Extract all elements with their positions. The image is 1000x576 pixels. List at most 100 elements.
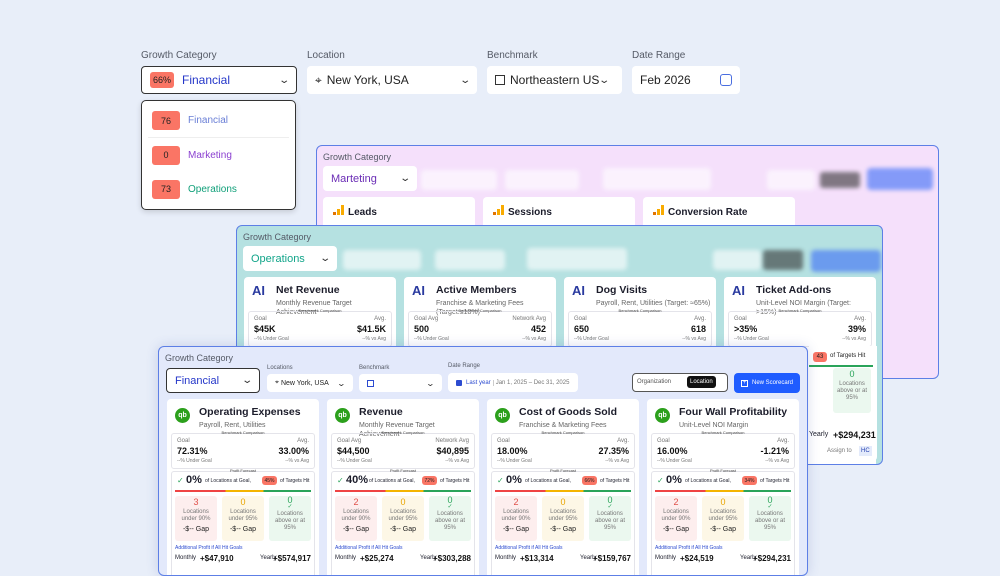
assignee-avatar[interactable]: HC [859, 446, 872, 456]
targets-hit-text: of Targets Hit [440, 478, 470, 484]
locations-at-goal-pct: 0% [666, 474, 682, 486]
date-range-picker[interactable]: Last year Jan 1, 2025 – Dec 31, 2025 [448, 373, 578, 392]
growth-category-label: Growth Category [243, 232, 312, 242]
locations-select[interactable]: ⌖ New York, USA ⌄ [267, 374, 353, 392]
location-select[interactable]: ⌖ New York, USA ⌄ [307, 66, 477, 94]
dropdown-item-financial[interactable]: 76 Financial [148, 104, 289, 138]
benchmark-select[interactable]: ⌄ [359, 374, 442, 392]
avg-note: --% vs Avg [445, 458, 469, 464]
yellow-gap: -$-- Gap [709, 526, 737, 533]
additional-profit-link[interactable]: Additional Profit if All Hit Goals [495, 545, 563, 551]
new-scorecard-button[interactable]: + New Scorecard [734, 373, 800, 393]
date-range-picker[interactable]: Feb 2026 [632, 66, 740, 94]
locations-at-goal-text: of Locations at Goal, [205, 478, 251, 484]
card-peek: 43 of Targets Hit 0 Locations above or a… [809, 346, 877, 461]
chevron-down-icon: ⌄ [425, 378, 436, 388]
red-tile-text: Locations under 90% [341, 509, 371, 522]
benchmark-comparison: Benchmark Comparison Goal 18.00% --% Und… [491, 430, 635, 469]
growth-category-select[interactable]: 66% Financial ⌄ [141, 66, 297, 94]
card-title: Sessions [508, 207, 552, 218]
benchmark-label: Benchmark [359, 365, 390, 371]
yellow-gap: -$-- Gap [389, 526, 417, 533]
card-title: Conversion Rate [668, 207, 748, 218]
card-title: Active Members [436, 284, 517, 296]
avg-note: --% vs Avg [285, 458, 309, 464]
plus-icon: + [740, 379, 748, 387]
yellow-gap: -$-- Gap [549, 526, 577, 533]
check-circle-icon: ✓ [607, 504, 613, 510]
category-score-badge: 76 [152, 111, 180, 130]
ai-logo-icon: AI [412, 283, 425, 298]
green-count: 0 [447, 495, 453, 505]
goal-label: Goal [497, 438, 510, 444]
benchmark-label: Benchmark Comparison [618, 308, 662, 313]
targets-hit-text: of Targets Hit [600, 478, 630, 484]
green-tile-text: Locations above or at 95% [754, 511, 786, 531]
monthly-label: Monthly [495, 555, 517, 561]
yellow-count: 0 [560, 497, 566, 507]
yellow-count: 0 [240, 497, 246, 507]
monthly-value: +$47,910 [200, 554, 234, 563]
goal-note: --% Under Goal [177, 458, 212, 464]
map-pin-icon: ⌖ [315, 72, 322, 87]
yellow-count: 0 [720, 497, 726, 507]
benchmark-comparison: Benchmark Comparison Goal 16.00% --% Und… [651, 430, 795, 469]
benchmark-value: Northeastern US [510, 73, 600, 87]
avg-label: Network Avg [435, 438, 469, 444]
scorecard-card[interactable]: qb Operating Expenses Payroll, Rent, Uti… [167, 399, 319, 575]
scorecard-card[interactable]: qb Four Wall Profitability Unit-Level NO… [647, 399, 799, 575]
red-gap: -$-- Gap [182, 526, 210, 533]
growth-category-value: Marteting [331, 172, 377, 185]
scorecard-card[interactable]: qb Revenue Monthly Revenue Target Achiev… [327, 399, 479, 575]
growth-category-select[interactable]: Operations ⌄ [243, 246, 337, 271]
growth-category-select[interactable]: Marteting ⌄ [323, 166, 417, 191]
locations-at-goal-text: of Locations at Goal, [525, 478, 571, 484]
dropdown-item-marketing[interactable]: 0 Marketing [142, 138, 295, 172]
chevron-down-icon: ⌄ [336, 378, 347, 388]
toggle-organization[interactable]: Organization [637, 379, 671, 385]
avg-label: Avg. [617, 438, 629, 444]
analytics-icon [333, 205, 344, 215]
red-count: 2 [353, 497, 359, 507]
locations-label: Locations [267, 365, 293, 371]
avg-value: 27.35% [598, 446, 629, 456]
goal-note: --% Under Goal [574, 336, 609, 342]
benchmark-comparison: Benchmark Comparison Goal 650 --% Under … [568, 308, 712, 347]
benchmark-select[interactable]: Northeastern US ⌄ [487, 66, 622, 94]
dropdown-item-operations[interactable]: 73 Operations [142, 172, 295, 206]
targets-hit-badge: 66% [582, 476, 597, 485]
avg-value: $41.5K [356, 324, 386, 334]
additional-profit-link[interactable]: Additional Profit if All Hit Goals [655, 545, 723, 551]
chevron-down-icon: ⌄ [398, 173, 411, 184]
additional-profit-link[interactable]: Additional Profit if All Hit Goals [335, 545, 403, 551]
goal-value: >35% [734, 324, 758, 334]
assign-label: Assign to [827, 448, 852, 454]
yearly-value: +$303,288 [432, 554, 471, 563]
yearly-value: +$159,767 [592, 554, 631, 563]
map-pin-icon: ⌖ [275, 379, 279, 386]
yearly-label: Yearly [809, 431, 829, 438]
monthly-value: +$13,314 [520, 554, 554, 563]
chevron-down-icon: ⌄ [318, 253, 331, 264]
avg-note: --% vs Avg [682, 336, 706, 342]
date-range-value: Feb 2026 [640, 73, 691, 87]
view-toggle: Organization Location [632, 373, 728, 392]
monthly-value: +$25,274 [360, 554, 394, 563]
toggle-location[interactable]: Location [687, 376, 716, 388]
avg-note: --% vs Avg [765, 458, 789, 464]
green-tile-text: Locations above or at 95% [434, 511, 466, 531]
benchmark-label: Benchmark Comparison [541, 430, 585, 435]
quickbooks-icon: qb [175, 408, 190, 423]
location-value: New York, USA [280, 379, 329, 387]
scorecard-card[interactable]: qb Cost of Goods Sold Franchise & Market… [487, 399, 639, 575]
growth-category-select[interactable]: Financial ⌄ [166, 368, 260, 393]
benchmark-label: Benchmark Comparison [778, 308, 822, 313]
profit-forecast-label: Profit Forecast [229, 468, 256, 473]
yellow-gap: -$-- Gap [229, 526, 257, 533]
avg-label: Avg. [374, 316, 386, 322]
card-title: Revenue [359, 406, 403, 418]
yellow-tile-text: Locations under 95% [388, 509, 418, 522]
avg-value: 452 [530, 324, 546, 334]
benchmark-label: Benchmark Comparison [701, 430, 745, 435]
additional-profit-link[interactable]: Additional Profit if All Hit Goals [175, 545, 243, 551]
